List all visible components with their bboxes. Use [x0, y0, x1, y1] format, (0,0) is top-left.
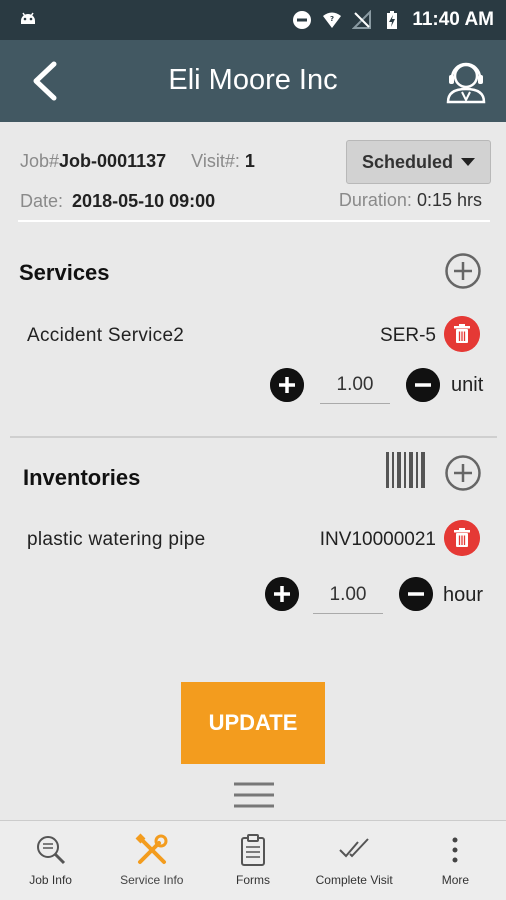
- do-not-disturb-icon: [293, 11, 312, 29]
- clock-text: 11:40 AM: [412, 9, 494, 30]
- inventories-title: Inventories: [23, 465, 141, 490]
- bottom-navigation: Job Info Service Info Forms Complete Vis…: [0, 820, 506, 900]
- no-signal-icon: [352, 10, 372, 29]
- nav-more[interactable]: More: [405, 821, 506, 900]
- duration-row: Duration: 0:15 hrs: [339, 190, 482, 211]
- nav-service-info[interactable]: Service Info: [101, 821, 202, 900]
- date-row: Date: 2018-05-10 09:00: [20, 191, 215, 212]
- job-label: Job#: [20, 151, 60, 171]
- tools-icon: [135, 833, 168, 864]
- visit-label: Visit#:: [191, 151, 240, 171]
- decrease-quantity-icon[interactable]: [406, 368, 440, 402]
- clipboard-icon: [241, 834, 265, 866]
- services-title: Services: [19, 260, 110, 285]
- service-code: SER-5: [380, 325, 436, 346]
- delete-inventory-icon[interactable]: [444, 520, 480, 556]
- update-button[interactable]: UPDATE: [181, 682, 325, 764]
- nav-label: More: [441, 873, 470, 887]
- inventory-unit: hour: [443, 584, 484, 606]
- battery-charging-icon: [387, 11, 398, 29]
- increase-quantity-icon[interactable]: [270, 368, 304, 402]
- service-name: Accident Service2: [27, 325, 185, 346]
- nav-label: Job Info: [29, 873, 72, 887]
- duration-label: Duration:: [338, 190, 412, 210]
- more-vert-icon: [452, 837, 458, 863]
- section-divider: [10, 436, 497, 438]
- chevron-down-icon: [461, 158, 476, 166]
- nav-label: Service Info: [120, 873, 184, 887]
- add-service-icon[interactable]: [444, 252, 482, 290]
- nav-label: Forms: [236, 873, 270, 887]
- menu-handle-icon[interactable]: [234, 780, 274, 810]
- service-quantity-input[interactable]: 1.00: [320, 370, 390, 404]
- job-number-row: Job#Job-0001137 Visit#: 1: [20, 151, 255, 172]
- status-value: Scheduled: [361, 151, 454, 172]
- support-agent-icon[interactable]: [440, 54, 492, 106]
- app-bar: Eli Moore Inc: [0, 40, 506, 122]
- nav-label: Complete Visit: [315, 873, 393, 887]
- nav-forms[interactable]: Forms: [202, 821, 303, 900]
- barcode-scan-icon[interactable]: [385, 450, 427, 490]
- date-label: Date:: [20, 191, 64, 211]
- wifi-icon: ?: [323, 12, 342, 28]
- search-document-icon: [36, 836, 65, 865]
- inventory-code: INV10000021: [319, 529, 436, 550]
- service-unit: unit: [451, 374, 484, 396]
- status-dropdown[interactable]: Scheduled: [346, 140, 491, 184]
- status-bar: ? 11:40 AM: [0, 0, 506, 40]
- nav-job-info[interactable]: Job Info: [0, 821, 101, 900]
- job-number: Job-0001137: [59, 151, 167, 171]
- android-icon: [21, 12, 35, 24]
- increase-inventory-quantity-icon[interactable]: [265, 577, 299, 611]
- svg-text:?: ?: [330, 15, 334, 23]
- decrease-inventory-quantity-icon[interactable]: [399, 577, 433, 611]
- inventory-quantity-input[interactable]: 1.00: [313, 580, 383, 614]
- divider: [18, 220, 490, 222]
- date-value: 2018-05-10 09:00: [72, 191, 216, 211]
- duration-value: 0:15 hrs: [416, 190, 482, 210]
- inventory-name: plastic watering pipe: [27, 529, 206, 550]
- delete-service-icon[interactable]: [444, 316, 480, 352]
- double-check-icon: [339, 838, 369, 858]
- nav-complete-visit[interactable]: Complete Visit: [304, 821, 405, 900]
- visit-number: 1: [244, 151, 255, 171]
- add-inventory-icon[interactable]: [444, 454, 482, 492]
- page-title: Eli Moore Inc: [168, 64, 338, 96]
